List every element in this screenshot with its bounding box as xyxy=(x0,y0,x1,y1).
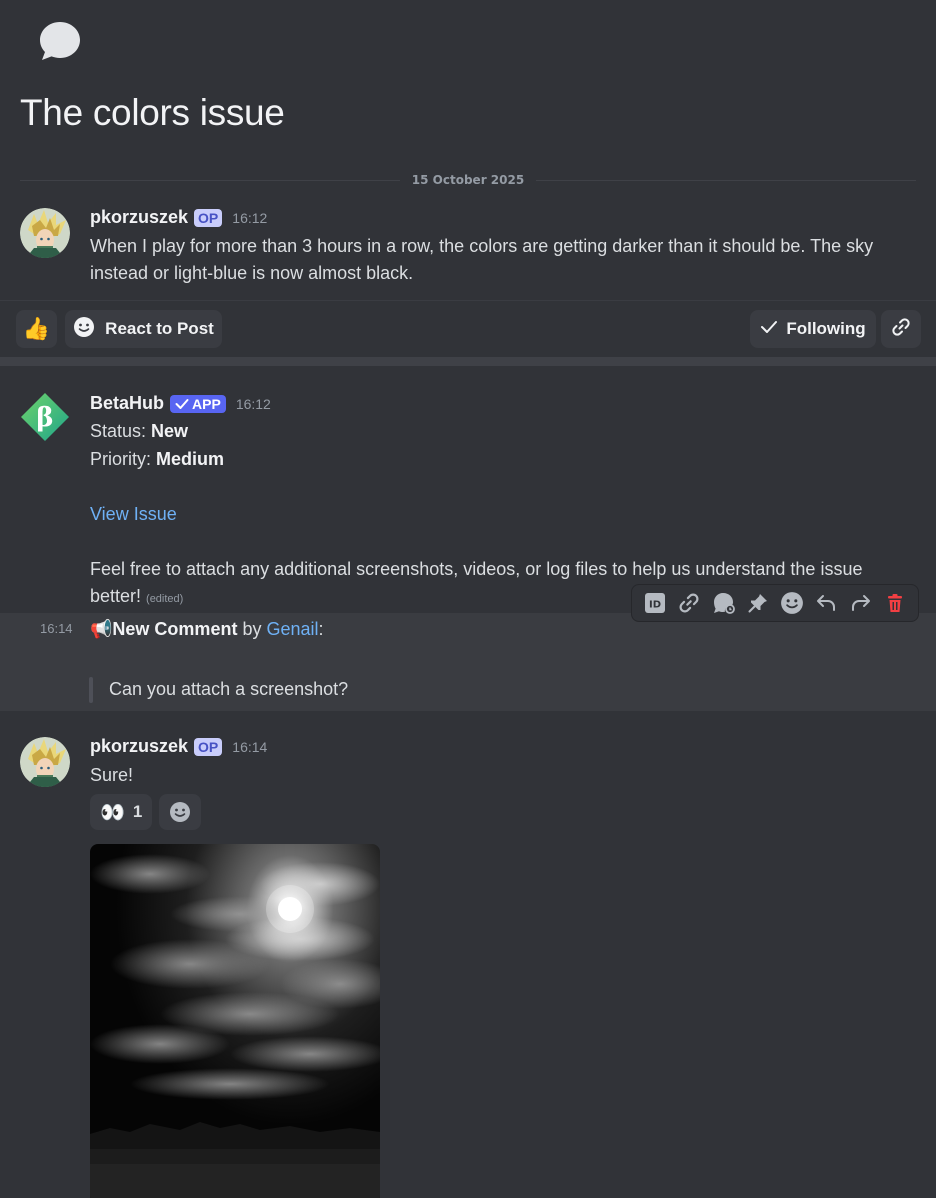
emoji-icon xyxy=(73,316,95,343)
priority-line: Priority: Medium xyxy=(90,446,224,473)
forward-icon[interactable] xyxy=(848,590,874,616)
avatar[interactable] xyxy=(20,208,70,258)
reply-icon[interactable] xyxy=(813,590,839,616)
megaphone-icon: 📢 xyxy=(90,619,113,639)
thread-bubble-icon xyxy=(38,20,82,62)
new-comment-line: 📢New Comment by Genail: xyxy=(90,616,324,643)
react-to-post-label: React to Post xyxy=(105,319,214,338)
verified-check-icon xyxy=(175,398,189,409)
svg-text:ID: ID xyxy=(649,600,661,611)
app-badge-label: APP xyxy=(192,395,221,412)
reaction-count: 1 xyxy=(132,802,143,821)
id-icon[interactable]: ID xyxy=(642,590,668,616)
betahub-avatar[interactable]: β xyxy=(20,392,70,442)
section-divider xyxy=(0,357,936,366)
pin-icon[interactable] xyxy=(745,590,771,616)
app-badge: APP xyxy=(170,394,226,413)
message-actions-toolbar: ID xyxy=(631,584,919,622)
checkmark-icon xyxy=(760,319,778,339)
following-button[interactable]: Following xyxy=(750,310,876,348)
add-reaction-icon[interactable] xyxy=(779,590,805,616)
add-reaction-button[interactable] xyxy=(159,794,201,830)
bot-username[interactable]: BetaHub xyxy=(90,393,164,414)
thread-title: The colors issue xyxy=(20,92,285,133)
username[interactable]: pkorzuszek xyxy=(90,736,188,757)
eyes-reaction-button[interactable]: 👀 1 xyxy=(90,794,153,830)
copy-link-button[interactable] xyxy=(881,310,921,348)
post-divider xyxy=(0,300,936,301)
date-divider-label: 15 October 2025 xyxy=(411,173,525,187)
emoji-icon xyxy=(170,802,190,822)
link-icon xyxy=(891,317,911,342)
status-value: New xyxy=(151,421,189,441)
reply-text: Sure! xyxy=(90,765,134,785)
colon-text: : xyxy=(318,619,324,639)
post-text: When I play for more than 3 hours in a r… xyxy=(90,236,874,283)
priority-label: Priority: xyxy=(90,449,157,469)
op-badge: OP xyxy=(194,737,223,756)
status-label: Status: xyxy=(90,421,152,441)
copy-link-icon[interactable] xyxy=(676,590,702,616)
create-thread-icon[interactable] xyxy=(711,590,737,616)
avatar[interactable] xyxy=(20,737,70,787)
quote-text: Can you attach a screenshot? xyxy=(109,679,349,699)
thumbs-up-icon: 👍 xyxy=(22,316,51,341)
svg-text:β: β xyxy=(36,403,53,433)
edited-label: (edited) xyxy=(146,593,184,605)
delete-icon[interactable] xyxy=(882,590,908,616)
react-to-post-button[interactable]: React to Post xyxy=(65,310,222,348)
screenshot-attachment[interactable] xyxy=(90,844,380,1198)
post-header: pkorzuszek OP 16:12 xyxy=(90,207,267,228)
date-divider-line-left xyxy=(20,180,400,181)
by-text: by xyxy=(237,619,267,639)
bot-header: BetaHub APP 16:12 xyxy=(90,393,271,414)
following-label: Following xyxy=(786,319,866,338)
eyes-icon: 👀 xyxy=(100,801,125,824)
new-comment-title: New Comment xyxy=(112,619,238,639)
priority-value: Medium xyxy=(156,449,225,469)
op-badge: OP xyxy=(194,208,223,227)
inline-timestamp[interactable]: 16:14 xyxy=(40,621,73,636)
timestamp[interactable]: 16:12 xyxy=(236,396,271,412)
status-line: Status: New xyxy=(90,418,188,445)
date-divider-line-right xyxy=(536,180,916,181)
timestamp[interactable]: 16:12 xyxy=(232,210,267,226)
thumbs-up-reaction-button[interactable]: 👍 xyxy=(16,310,57,348)
commenter-link[interactable]: Genail xyxy=(266,619,318,639)
username[interactable]: pkorzuszek xyxy=(90,207,188,228)
view-issue-link[interactable]: View Issue xyxy=(90,501,177,528)
reply-header: pkorzuszek OP 16:14 xyxy=(90,736,267,757)
blockquote-bar xyxy=(89,677,93,703)
timestamp[interactable]: 16:14 xyxy=(232,739,267,755)
